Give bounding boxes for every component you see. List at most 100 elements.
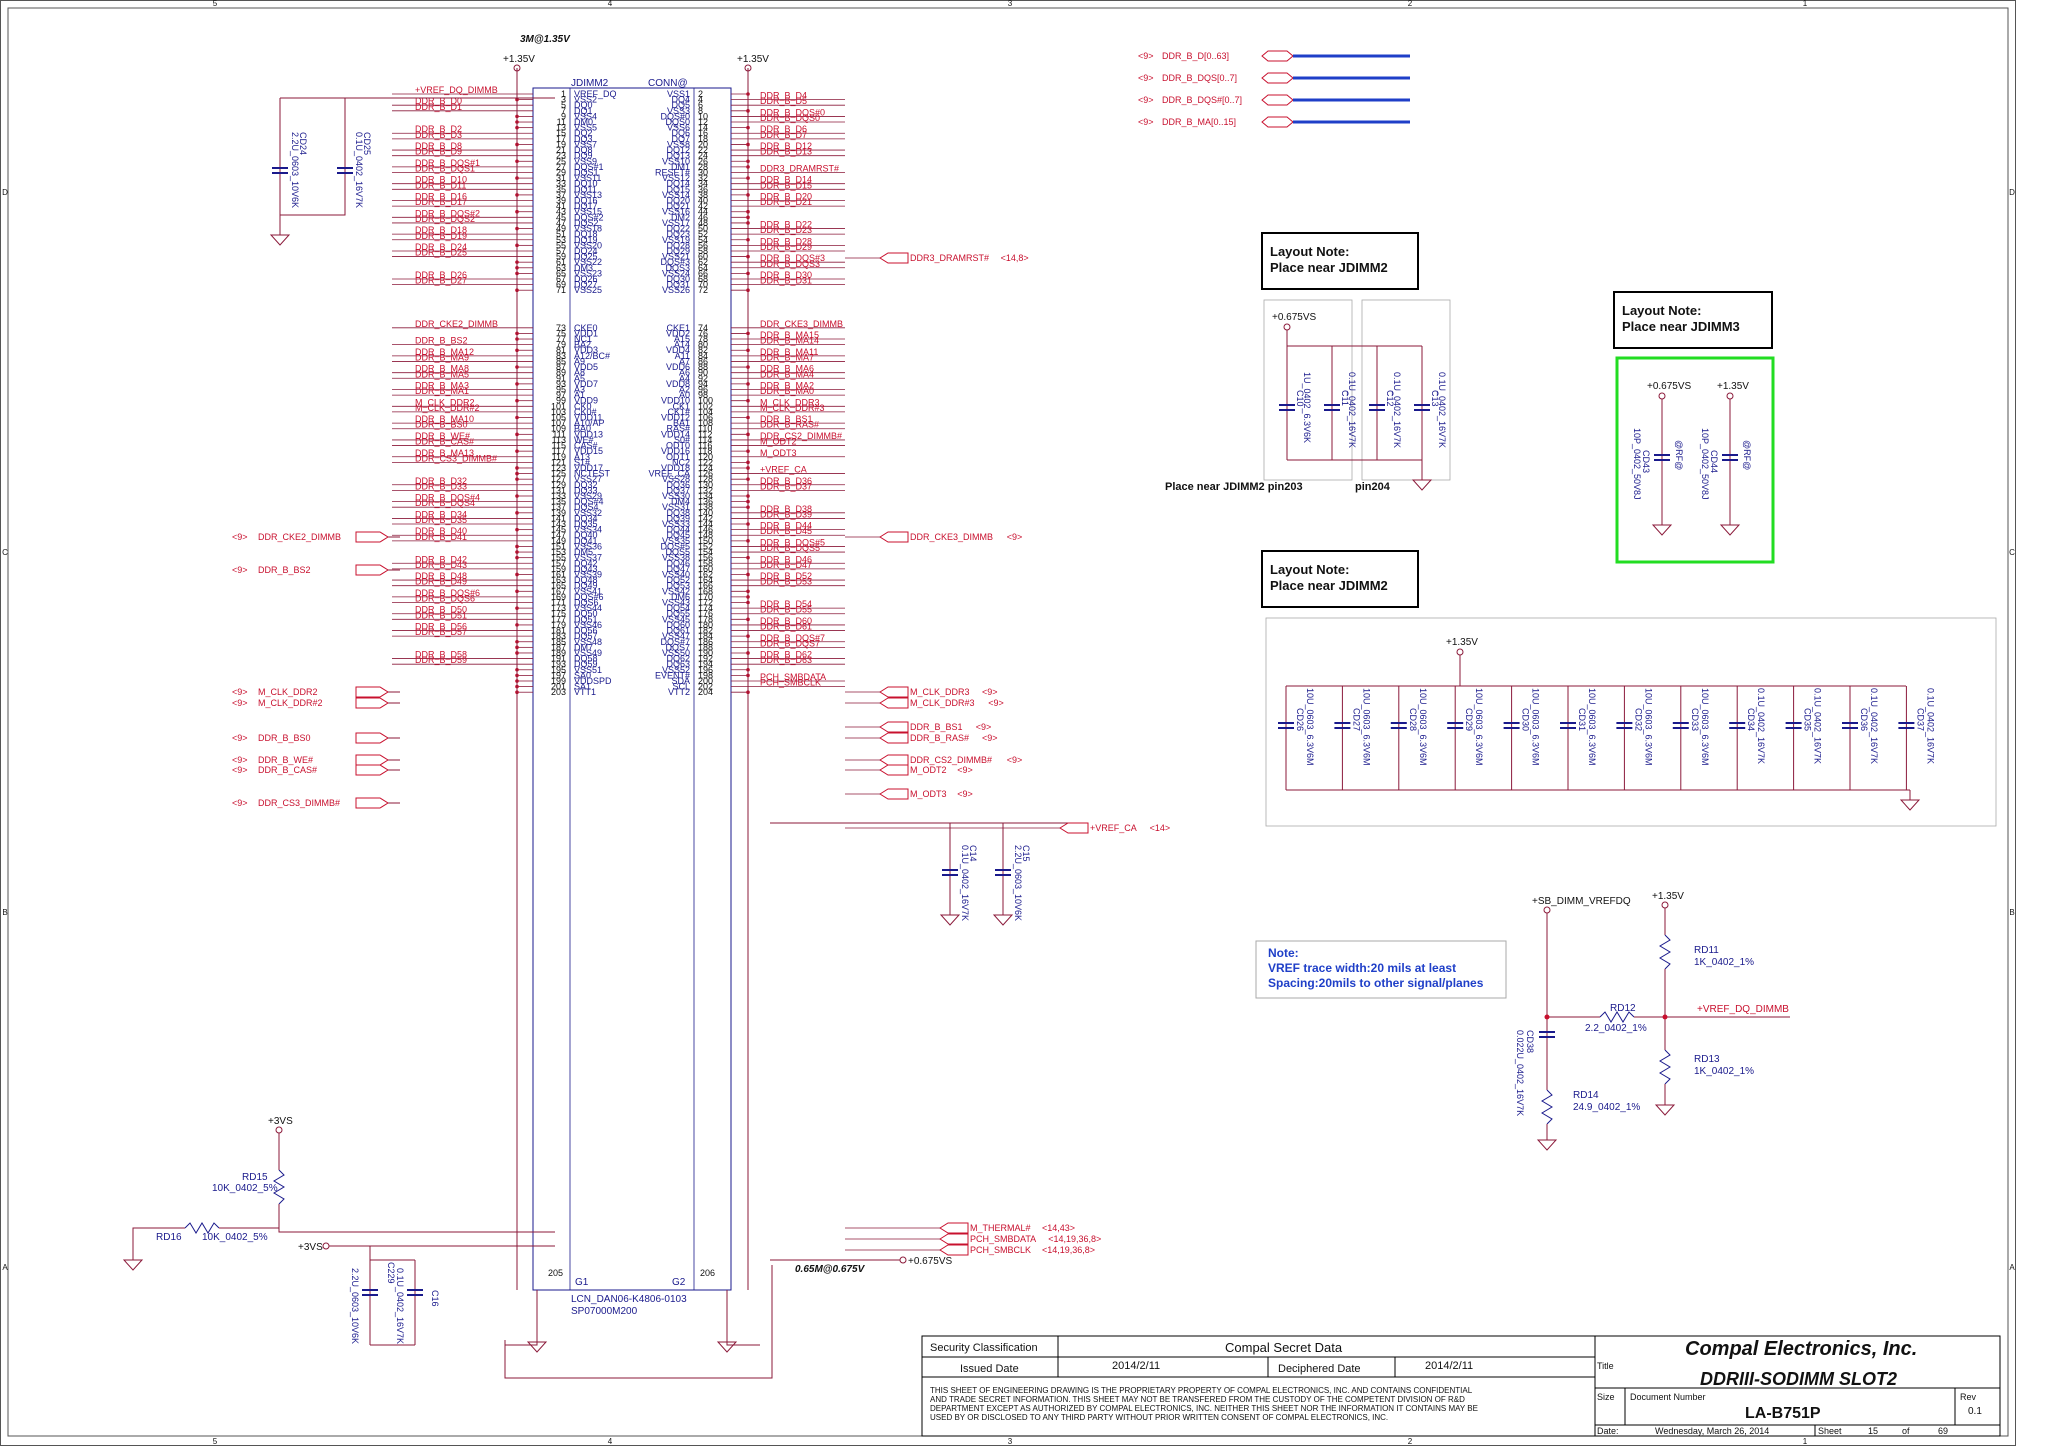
- connector-pin-g2: G2: [672, 1277, 686, 1288]
- net-label: DDR_B_MA0: [760, 386, 814, 396]
- company-name: Compal Electronics, Inc.: [1685, 1338, 1917, 1360]
- resistor-value: 10K_0402_5%: [212, 1183, 278, 1194]
- vtt-decoupling-caps: +0.675VS Place near JDIMM2 pin203 pin204…: [1165, 299, 1451, 493]
- net-label: DDR_B_D7: [760, 130, 807, 140]
- net-label: DDR_B_D3: [415, 130, 462, 140]
- bus-name: DDR_B_DQS#[0..7]: [1162, 95, 1242, 105]
- offpage-ref: <9>: [232, 733, 248, 743]
- net-label: DDR_B_MA14: [760, 336, 819, 346]
- date-label: Date:: [1597, 1426, 1619, 1436]
- vref-trace-note: Note: VREF trace width:20 mils at least …: [1255, 940, 1507, 999]
- vref-dq-divider: +SB_DIMM_VREFDQ +1.35V RD11 1K_0402_1% R…: [1515, 891, 1790, 1151]
- cap-value: 10U_0603_6.3V6M: [1643, 688, 1653, 766]
- net-label: DDR_B_DQS2: [415, 214, 475, 224]
- rail-label: +0.675VS: [1647, 381, 1692, 392]
- net-label: DDR_B_D45: [760, 526, 812, 536]
- net-label: DDR_B_MA1: [415, 386, 469, 396]
- offpage-net: M_CLK_DDR2: [258, 687, 318, 697]
- cap-refdes: C16: [430, 1290, 440, 1307]
- net-label: DDR_B_BS2: [415, 336, 468, 346]
- note-line: Spacing:20mils to other signal/planes: [1268, 976, 1484, 990]
- offpage-connector-icon: [355, 797, 389, 809]
- rail-label: +1.35V: [1446, 637, 1478, 648]
- placement-note: pin204: [1355, 481, 1391, 493]
- border-col-label: 5: [213, 0, 218, 8]
- offpage-net: M_ODT2: [910, 765, 947, 775]
- ground-icon: [122, 1259, 144, 1271]
- offpage-ref: <9>: [1138, 95, 1154, 105]
- security-label: Security Classification: [930, 1342, 1038, 1354]
- ground-icon: [1651, 524, 1673, 536]
- ground-icon: [1411, 479, 1433, 491]
- net-label: DDR_B_DQS3: [760, 259, 820, 269]
- connector-pin-206: 206: [700, 1268, 715, 1278]
- offpage-ref: <9>: [1138, 117, 1154, 127]
- offpage-ref: <9>: [1007, 532, 1023, 542]
- placement-note: Place near JDIMM2 pin203: [1165, 481, 1303, 493]
- vtt-option-label: 0.65M@0.675V: [795, 1264, 866, 1275]
- resistor-refdes: RD12: [1610, 1003, 1636, 1014]
- connector-part-number: LCN_DAN06-K4806-0103: [571, 1294, 687, 1305]
- offpage-connector-icon: [879, 531, 909, 543]
- bus-name: DDR_B_D[0..63]: [1162, 51, 1229, 61]
- offpage-connector-icon: [879, 697, 909, 709]
- offpage-connector-icon: [879, 252, 909, 264]
- offpage-net: DDR_B_CAS#: [258, 765, 317, 775]
- border-col-label: 2: [1408, 1437, 1413, 1446]
- rev-label: Rev: [1960, 1392, 1977, 1402]
- note-line: VREF trace width:20 mils at least: [1268, 961, 1456, 975]
- offpage-net: M_ODT3: [910, 789, 947, 799]
- cap-value: 10P_0402_50V8J: [1700, 428, 1710, 500]
- net-label: +VREF_CA: [760, 465, 807, 475]
- cap-value: 10P_0402_50V8J: [1632, 428, 1642, 500]
- net-label: DDR_B_D33: [415, 481, 467, 491]
- note-line: Place near JDIMM2: [1270, 260, 1388, 275]
- schematic-sheet: 5 5 4 4 3 3 2 2 1 1 D D C C B B A A 3M@1.35V JDIMM2 CONN@…: [0, 0, 2048, 1447]
- cap-value: 2.2U_0603_10V6K: [350, 1268, 360, 1344]
- issued-date-label: Issued Date: [960, 1363, 1019, 1375]
- cap-refdes: CD35: [1803, 708, 1813, 731]
- rail-label: +0.675VS: [908, 1256, 953, 1267]
- deciphered-date-value: 2014/2/11: [1425, 1360, 1473, 1372]
- offpage-ref: <9>: [957, 789, 973, 799]
- connector-sap-number: SP07000M200: [571, 1306, 638, 1317]
- security-value: Compal Secret Data: [1225, 1340, 1343, 1355]
- rail-label: +1.35V: [503, 54, 535, 65]
- cap-value: 1U_0402_6.3V6K: [1302, 372, 1312, 443]
- ground-icon: [992, 914, 1014, 926]
- offpage-ref: <9>: [988, 698, 1004, 708]
- rail-label: +1.35V: [1652, 891, 1684, 902]
- cap-value: 0.1U_0402_16V7K: [1869, 688, 1879, 764]
- offpage-net: DDR_B_WE#: [258, 755, 313, 765]
- offpage-connector-icon: [939, 1233, 969, 1245]
- offpage-net: DDR_CKE2_DIMMB: [258, 532, 341, 542]
- pin-number: 72: [698, 285, 708, 295]
- offpage-net: M_CLK_DDR#2: [258, 698, 323, 708]
- cap-value: 0.1U_0402_16V7K: [395, 1268, 405, 1344]
- resistor-value: 24.9_0402_1%: [1573, 1102, 1640, 1113]
- cap-refdes: CD36: [1859, 708, 1869, 731]
- offpage-connector-icon: [879, 686, 909, 698]
- net-label: DDR_B_D19: [415, 231, 467, 241]
- offpage-ref: <9>: [957, 765, 973, 775]
- offpage-ref: <9>: [232, 687, 248, 697]
- net-label: DDR_B_DQS0: [760, 113, 820, 123]
- ground-icon: [1536, 1139, 1558, 1151]
- net-label: +VREF_DQ_DIMMB: [415, 85, 498, 95]
- net-label: DDR_B_D29: [760, 242, 812, 252]
- net-label: PCH_SMBCLK: [760, 678, 821, 688]
- ground-icon: [939, 914, 961, 926]
- offpage-net: DDR_CS3_DIMMB#: [258, 798, 340, 808]
- offpage-net: DDR_CKE3_DIMMB: [910, 532, 993, 542]
- border-col-label: 1: [1803, 1437, 1808, 1446]
- pin-number: 204: [698, 687, 713, 697]
- cap-value: 2.2U_0603_10V6K: [290, 132, 300, 208]
- net-label: DDR_B_MA5: [415, 369, 469, 379]
- bulk-decoupling-caps: +1.35V CD26 10U_0603_6.3V6M CD27 10U_0603_6…: [1265, 617, 1997, 827]
- net-label: DDR_B_D17: [415, 197, 467, 207]
- net-label: DDR_B_D39: [760, 509, 812, 519]
- net-label: DDR_B_MA9: [415, 352, 469, 362]
- border-row-label: A: [2, 1263, 8, 1272]
- offpage-ref: <14,8>: [1001, 253, 1029, 263]
- net-label: DDR_B_D9: [415, 147, 462, 157]
